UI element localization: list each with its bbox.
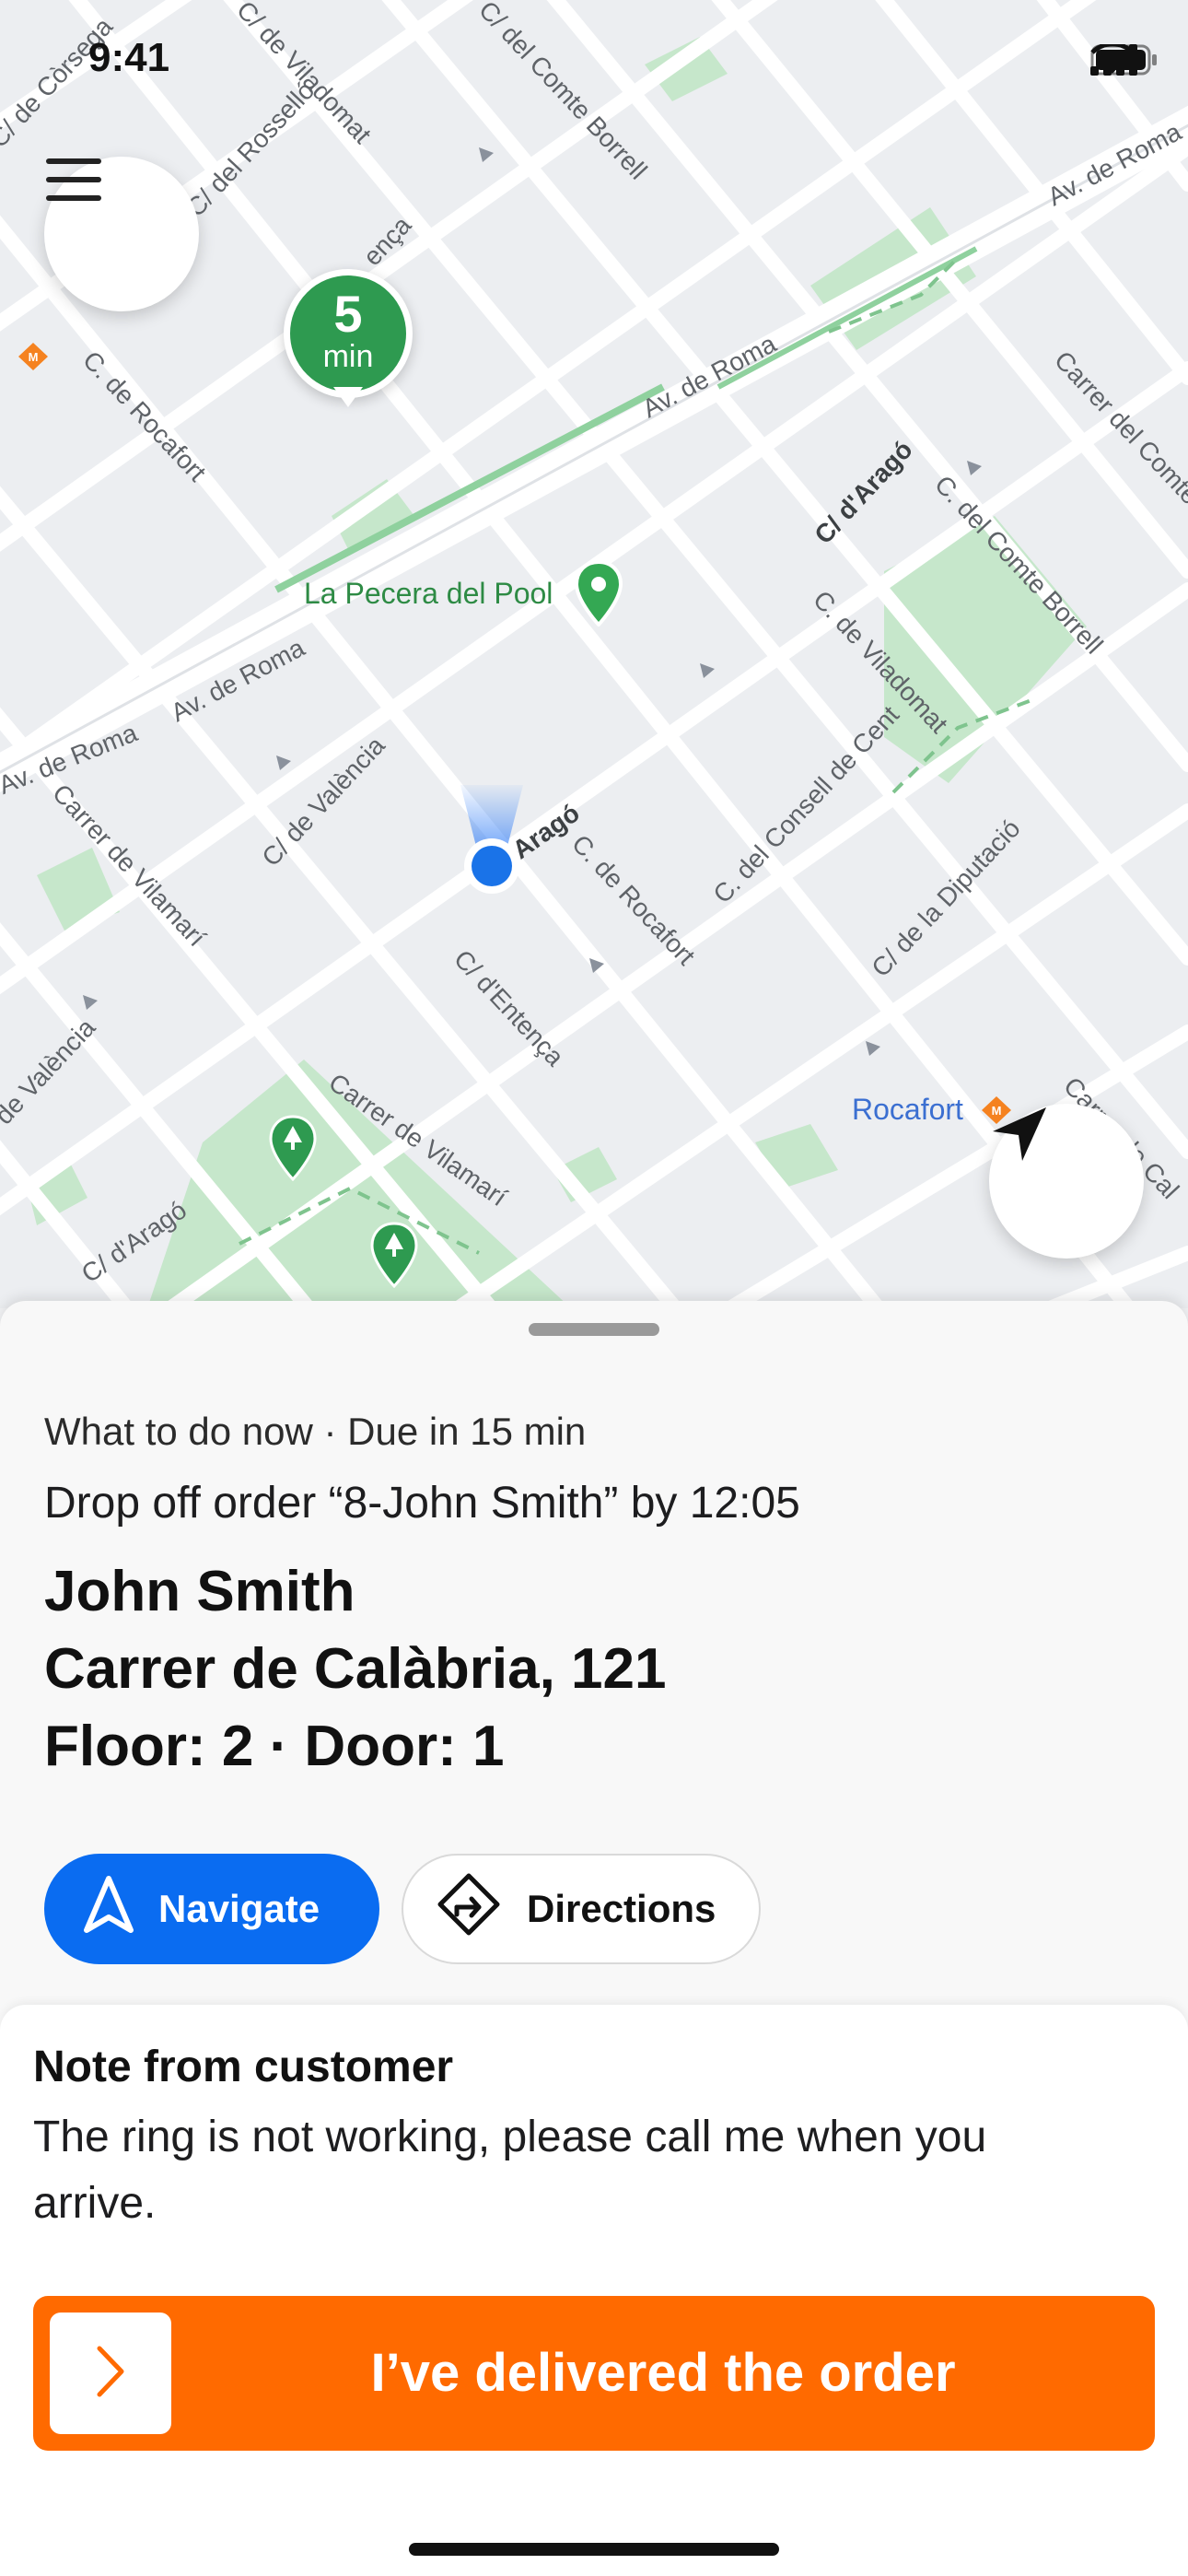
note-title: Note from customer [33, 2043, 454, 2091]
customer-name: John Smith [44, 1560, 355, 1623]
delivery-address: Carrer de Calàbria, 121 [44, 1637, 667, 1701]
poi-label[interactable]: La Pecera del Pool [304, 577, 553, 611]
eta-value: 5 [333, 285, 363, 343]
directions-diamond-icon [437, 1872, 501, 1946]
eta-unit: min [322, 339, 374, 374]
status-time: 9:41 [88, 35, 170, 80]
navigate-button[interactable]: Navigate [44, 1854, 379, 1964]
eta-bubble: 5 min [284, 269, 413, 398]
status-bar: 9:41 [0, 0, 1188, 129]
metro-label[interactable]: Rocafort [852, 1093, 963, 1127]
eta-marker[interactable]: 5 min [284, 269, 413, 435]
delivered-slider-button[interactable]: I’ve delivered the order [33, 2296, 1155, 2451]
customer-note-card: Note from customer The ring is not worki… [0, 2005, 1188, 2576]
directions-label: Directions [527, 1887, 716, 1930]
task-meta: What to do now · Due in 15 min [44, 1410, 587, 1453]
task-title: Drop off order “8-John Smith” by 12:05 [44, 1479, 800, 1528]
home-indicator[interactable] [409, 2543, 779, 2556]
navigate-label: Navigate [158, 1887, 320, 1930]
map-view[interactable]: C/ de Viladomat C/ del Comte Borrell C/ … [0, 0, 1188, 1308]
sheet-drag-handle[interactable] [529, 1323, 659, 1336]
slider-knob[interactable] [50, 2313, 171, 2434]
eta-pointer [333, 387, 363, 407]
navigation-arrow-icon [83, 1875, 134, 1943]
directions-button[interactable]: Directions [402, 1854, 761, 1964]
menu-button[interactable] [44, 157, 199, 311]
floor-door: Floor: 2 · Door: 1 [44, 1715, 505, 1778]
delivered-label: I’ve delivered the order [370, 2343, 956, 2403]
note-text: The ring is not working, please call me … [33, 2113, 987, 2228]
svg-text:M: M [29, 350, 39, 364]
chevron-right-icon [92, 2343, 129, 2405]
recenter-button[interactable] [989, 1104, 1144, 1259]
